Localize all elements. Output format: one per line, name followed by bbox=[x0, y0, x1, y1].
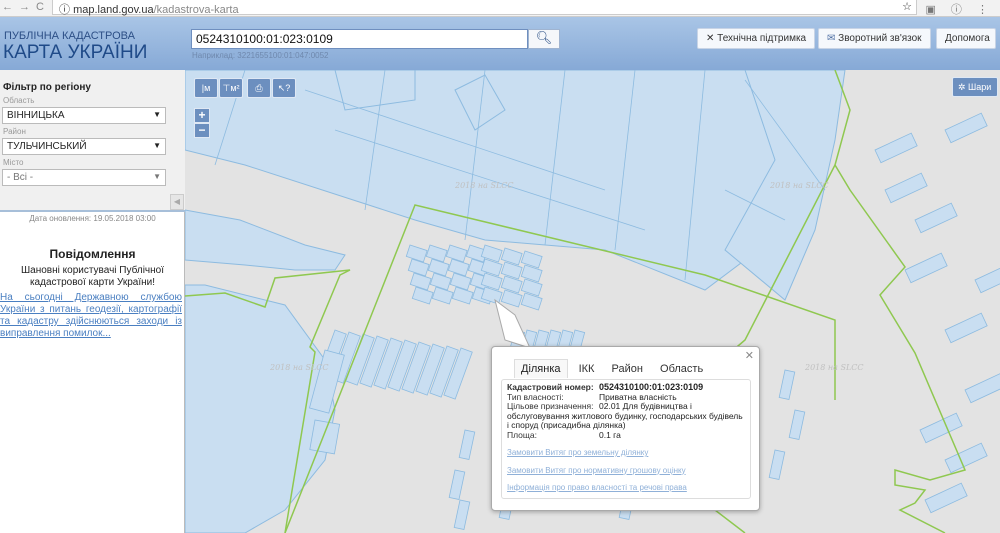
ruler-icon: |м bbox=[201, 83, 211, 93]
collapse-sidebar-button[interactable]: ◀ bbox=[170, 194, 184, 210]
zoom-in-button[interactable]: + bbox=[194, 108, 210, 123]
cadastral-search-input[interactable] bbox=[191, 29, 528, 49]
area-icon: ⊤м² bbox=[222, 83, 240, 93]
help-button[interactable]: Допомога bbox=[936, 28, 996, 49]
envelope-icon: ✉ bbox=[827, 33, 839, 44]
nav-icons[interactable]: ←→C bbox=[2, 1, 50, 13]
support-button[interactable]: ✕ Технічна підтримка bbox=[697, 28, 816, 49]
filter-title: Фільтр по регіону bbox=[3, 82, 91, 93]
misto-label: Місто bbox=[3, 158, 24, 167]
misto-select[interactable]: - Всі - ▼ bbox=[2, 169, 166, 186]
site-header: ПУБЛІЧНА КАДАСТРОВА КАРТА УКРАЇНИ 🔍︎ Нап… bbox=[0, 17, 1000, 70]
parcel bbox=[309, 419, 341, 455]
ownership-info-link[interactable]: Інформація про право власності та речові… bbox=[507, 483, 745, 493]
sidebar: Фільтр по регіону Область ВІННИЦЬКА ▼ Рай… bbox=[0, 70, 185, 533]
area-value: 0.1 га bbox=[599, 429, 621, 440]
search-icon: 🔍︎ bbox=[535, 30, 553, 45]
raion-value: ТУЛЬЧИНСЬКИЙ bbox=[7, 141, 87, 152]
watermark: 2018 на SLCC bbox=[769, 181, 829, 190]
notice-title: Повідомлення bbox=[49, 247, 136, 261]
support-label: Технічна підтримка bbox=[717, 33, 807, 44]
browser-bar: ←→C ⓘ map.land.gov.ua/kadastrova-karta ☆ … bbox=[0, 0, 1000, 17]
url-path: /kadastrova-karta bbox=[153, 4, 239, 16]
watermark: 2018 на SLCC bbox=[804, 363, 864, 372]
order-extract-link[interactable]: Замовити Витяг про земельну ділянку bbox=[507, 448, 745, 458]
url-host: map.land.gov.ua bbox=[73, 4, 154, 16]
printer-icon: ⎙ bbox=[255, 83, 263, 93]
oblast-label: Область bbox=[3, 96, 35, 105]
misto-value: - Всі - bbox=[7, 172, 34, 183]
tab-raion[interactable]: Район bbox=[606, 360, 649, 378]
feedback-button[interactable]: ✉ Зворотний зв'язок bbox=[818, 28, 931, 49]
region-filter: Фільтр по регіону Область ВІННИЦЬКА ▼ Рай… bbox=[0, 70, 185, 212]
address-bar[interactable]: ⓘ map.land.gov.ua/kadastrova-karta ☆ bbox=[52, 0, 917, 16]
notice-link[interactable]: На сьогодні Державною службою України з … bbox=[0, 292, 182, 340]
layers-label: Шари bbox=[968, 82, 992, 92]
watermark: 2018 на SLCC bbox=[269, 363, 329, 372]
notice-text: Шановні користувачі Публічної кадастрово… bbox=[21, 265, 164, 288]
oblast-select[interactable]: ВІННИЦЬКА ▼ bbox=[2, 107, 166, 124]
search-button[interactable]: 🔍︎ bbox=[528, 29, 560, 49]
measure-distance-button[interactable]: |м bbox=[194, 78, 218, 98]
raion-select[interactable]: ТУЛЬЧИНСЬКИЙ ▼ bbox=[2, 138, 166, 155]
update-date: Дата оновлення: 19.05.2018 03:00 bbox=[29, 214, 156, 223]
logo-line2[interactable]: КАРТА УКРАЇНИ bbox=[3, 42, 147, 64]
tab-oblast[interactable]: Область bbox=[654, 360, 709, 378]
raion-label: Район bbox=[3, 127, 26, 136]
parcel-details: Кадастровий номер: 0524310100:01:023:0109… bbox=[501, 379, 751, 499]
watermark: 2018 на SLCC bbox=[454, 181, 514, 190]
logo-line1: ПУБЛІЧНА КАДАСТРОВА bbox=[4, 30, 135, 42]
chevron-down-icon: ▼ bbox=[153, 110, 161, 119]
oblast-value: ВІННИЦЬКА bbox=[7, 110, 65, 121]
field-key: Площа: bbox=[507, 429, 537, 440]
order-valuation-link[interactable]: Замовити Витяг про нормативну грошову оц… bbox=[507, 466, 745, 476]
popup-tabs: Ділянка ІКК Район Область bbox=[514, 359, 711, 378]
extension-icons[interactable]: ▣ ⓘ ⋮ bbox=[925, 1, 994, 17]
parcel-info-popup: ✕ Ділянка ІКК Район Область Кадастровий … bbox=[491, 346, 760, 511]
help-label: Допомога bbox=[945, 33, 990, 44]
gear-icon: ✲ bbox=[958, 82, 969, 92]
identify-button[interactable]: ↖? bbox=[272, 78, 296, 98]
tools-icon: ✕ bbox=[706, 33, 718, 44]
feedback-label: Зворотний зв'язок bbox=[838, 33, 922, 44]
identify-label: ? bbox=[285, 83, 291, 93]
search-hint: Наприклад: 3221655100:01:047:0052 bbox=[192, 51, 329, 60]
tab-ikk[interactable]: ІКК bbox=[573, 360, 601, 378]
tab-parcel[interactable]: Ділянка bbox=[514, 359, 568, 378]
chevron-down-icon: ▼ bbox=[153, 172, 161, 181]
chevron-down-icon: ▼ bbox=[153, 141, 161, 150]
star-icon[interactable]: ☆ bbox=[902, 0, 912, 13]
close-icon[interactable]: ✕ bbox=[745, 349, 754, 362]
measure-area-button[interactable]: ⊤м² bbox=[219, 78, 243, 98]
layers-button[interactable]: ✲ Шари bbox=[952, 77, 998, 97]
print-button[interactable]: ⎙ bbox=[247, 78, 271, 98]
zoom-out-button[interactable]: − bbox=[194, 123, 210, 138]
